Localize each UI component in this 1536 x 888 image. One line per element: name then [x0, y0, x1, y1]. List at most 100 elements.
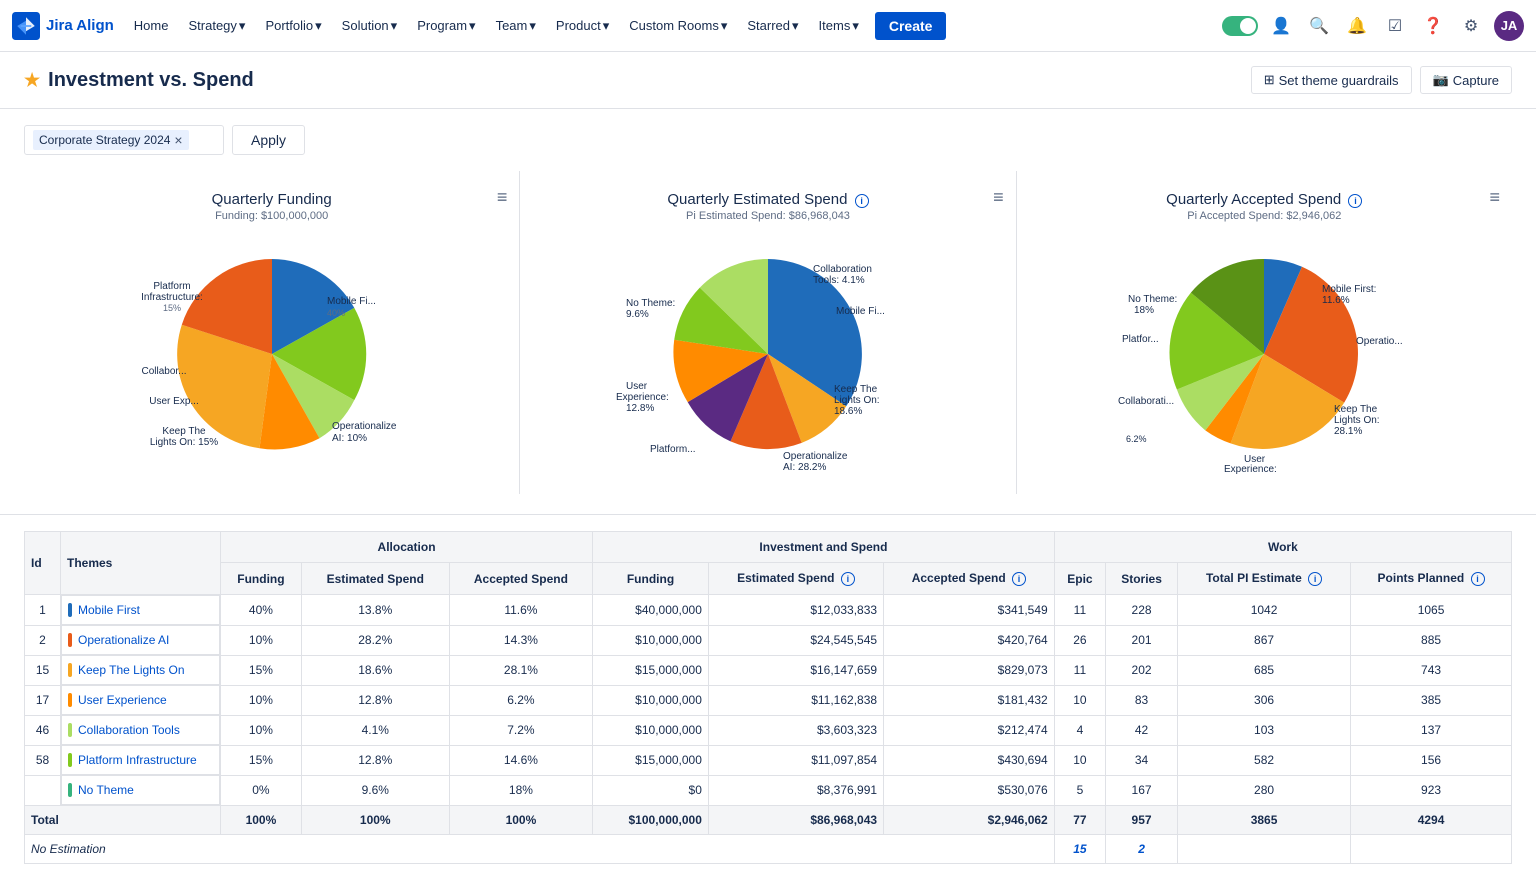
col-stories: Stories [1106, 563, 1178, 595]
theme-link-3[interactable]: User Experience [78, 693, 167, 707]
filter-input[interactable]: Corporate Strategy 2024 × [24, 125, 224, 155]
cell-acc-spend: $212,474 [884, 715, 1055, 745]
chart-title-2: Quarterly Estimated Spend [667, 191, 847, 208]
search-icon[interactable]: 🔍 [1304, 11, 1334, 41]
cell-total-pi: 582 [1178, 745, 1351, 775]
svg-text:Lights On: 15%: Lights On: 15% [149, 437, 217, 448]
svg-text:Keep The: Keep The [1334, 404, 1378, 415]
cell-theme: Platform Infrastructure [61, 745, 220, 775]
nav-item-portfolio[interactable]: Portfolio▾ [257, 12, 329, 40]
svg-text:No Theme:: No Theme: [626, 298, 675, 309]
create-button[interactable]: Create [875, 12, 947, 40]
theme-link-6[interactable]: No Theme [78, 783, 134, 797]
cell-funding: $0 [593, 775, 709, 806]
svg-text:Platform: Platform [153, 281, 190, 292]
nav-item-home[interactable]: Home [126, 12, 177, 39]
table-row: 2 Operationalize AI 10% 28.2% 14.3% $10,… [25, 625, 1512, 655]
svg-text:Keep The: Keep The [834, 384, 878, 395]
col-total-pi: Total PI Estimate i [1178, 563, 1351, 595]
nav-item-program[interactable]: Program▾ [409, 12, 483, 40]
table-section: Id Themes Allocation Investment and Spen… [0, 531, 1536, 888]
cell-funding-alloc: 15% [221, 655, 302, 685]
charts-row: ≡ Quarterly Funding Funding: $100,000,00… [0, 171, 1536, 515]
avatar[interactable]: JA [1494, 11, 1524, 41]
svg-text:28.1%: 28.1% [1334, 426, 1362, 437]
theme-link-0[interactable]: Mobile First [78, 603, 140, 617]
info-icon-acc-spend[interactable]: i [1012, 572, 1026, 586]
nav-item-strategy[interactable]: Strategy▾ [180, 12, 253, 40]
cell-epic: 4 [1054, 715, 1105, 745]
cell-points: 885 [1351, 625, 1512, 655]
info-icon-estimated[interactable]: i [855, 194, 869, 208]
cell-theme: Operationalize AI [61, 625, 220, 655]
cell-total-pi: 1042 [1178, 595, 1351, 626]
nav-item-product[interactable]: Product▾ [548, 12, 617, 40]
cell-est-alloc: 13.8% [301, 595, 449, 626]
theme-link-1[interactable]: Operationalize AI [78, 633, 169, 647]
chart-menu-2[interactable]: ≡ [993, 187, 1004, 208]
chart-menu-1[interactable]: ≡ [497, 187, 508, 208]
cell-acc-spend: $420,764 [884, 625, 1055, 655]
nav-item-starred[interactable]: Starred▾ [739, 12, 806, 40]
cell-funding: $40,000,000 [593, 595, 709, 626]
svg-text:Operationalize: Operationalize [783, 451, 848, 462]
svg-text:40%: 40% [327, 308, 345, 318]
svg-text:Collaboration: Collaboration [813, 264, 872, 275]
svg-text:User: User [626, 381, 648, 392]
nav-item-items[interactable]: Items▾ [811, 12, 867, 40]
cell-funding-alloc: 10% [221, 715, 302, 745]
table-row: No Theme 0% 9.6% 18% $0 $8,376,991 $530,… [25, 775, 1512, 806]
cell-est-spend: $11,097,854 [708, 745, 883, 775]
col-themes: Themes [61, 532, 221, 595]
checkbox-icon[interactable]: ☑ [1380, 11, 1410, 41]
table-row: 1 Mobile First 40% 13.8% 11.6% $40,000,0… [25, 595, 1512, 626]
cell-funding-alloc: 40% [221, 595, 302, 626]
nav-item-solution[interactable]: Solution▾ [334, 12, 406, 40]
cell-points: 385 [1351, 685, 1512, 715]
cell-total-pi: 685 [1178, 655, 1351, 685]
nav-item-custom-rooms[interactable]: Custom Rooms▾ [621, 12, 735, 40]
svg-text:Tools: 4.1%: Tools: 4.1% [813, 275, 865, 286]
cell-points: 137 [1351, 715, 1512, 745]
settings-icon[interactable]: ⚙ [1456, 11, 1486, 41]
col-id: Id [25, 532, 61, 595]
set-guardrails-button[interactable]: ⊞ Set theme guardrails [1251, 66, 1412, 94]
cell-total-pi: 280 [1178, 775, 1351, 806]
toggle-switch[interactable] [1222, 16, 1258, 36]
star-icon[interactable]: ★ [24, 70, 40, 91]
apply-button[interactable]: Apply [232, 125, 305, 155]
svg-text:Lights On:: Lights On: [1334, 415, 1380, 426]
profile-icon[interactable]: 👤 [1266, 11, 1296, 41]
chart-subtitle-3: Pi Accepted Spend: $2,946,062 [1033, 210, 1496, 222]
col-group-work: Work [1054, 532, 1511, 563]
cell-id: 1 [25, 595, 61, 626]
theme-link-5[interactable]: Platform Infrastructure [78, 753, 197, 767]
logo[interactable]: Jira Align [12, 12, 114, 40]
chart-quarterly-accepted: ≡ Quarterly Accepted Spend i Pi Accepted… [1017, 171, 1512, 494]
theme-link-4[interactable]: Collaboration Tools [78, 723, 180, 737]
cell-acc-spend: $829,073 [884, 655, 1055, 685]
svg-text:No Theme:: No Theme: [1128, 294, 1177, 305]
chart-quarterly-funding: ≡ Quarterly Funding Funding: $100,000,00… [24, 171, 520, 494]
page-title-text: Investment vs. Spend [48, 69, 254, 92]
cell-acc-spend: $430,694 [884, 745, 1055, 775]
nav-item-team[interactable]: Team▾ [488, 12, 544, 40]
chart-menu-3[interactable]: ≡ [1489, 187, 1500, 208]
info-icon-points[interactable]: i [1471, 572, 1485, 586]
table-row: 58 Platform Infrastructure 15% 12.8% 14.… [25, 745, 1512, 775]
theme-link-2[interactable]: Keep The Lights On [78, 663, 185, 677]
chart-subtitle-2: Pi Estimated Spend: $86,968,043 [536, 210, 999, 222]
capture-button[interactable]: 📷 Capture [1420, 66, 1512, 94]
info-icon-total-pi[interactable]: i [1308, 572, 1322, 586]
info-icon-accepted[interactable]: i [1348, 194, 1362, 208]
cell-theme: Collaboration Tools [61, 715, 220, 745]
cell-acc-spend: $341,549 [884, 595, 1055, 626]
svg-text:Collaborati...: Collaborati... [1118, 396, 1174, 407]
info-icon-est-spend[interactable]: i [841, 572, 855, 586]
filter-tag-remove[interactable]: × [174, 132, 182, 148]
help-icon[interactable]: ❓ [1418, 11, 1448, 41]
cell-est-spend: $8,376,991 [708, 775, 883, 806]
notifications-icon[interactable]: 🔔 [1342, 11, 1372, 41]
cell-est-alloc: 12.8% [301, 685, 449, 715]
cell-est-spend: $24,545,545 [708, 625, 883, 655]
